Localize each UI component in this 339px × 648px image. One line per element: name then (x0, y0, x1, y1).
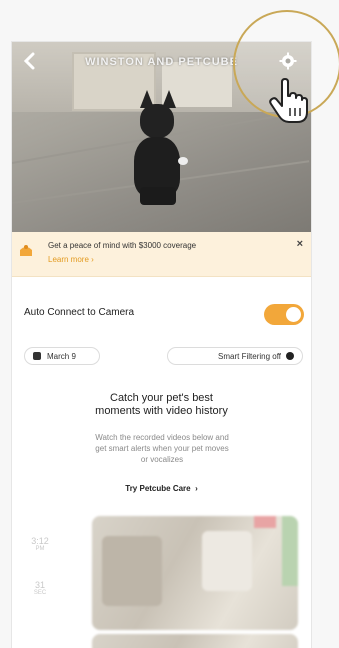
smart-filtering-button[interactable]: Smart Filtering off (167, 347, 303, 365)
promo-desc-line: get smart alerts when your pet moves (95, 444, 229, 453)
dot-icon (286, 352, 294, 360)
promo-description: Watch the recorded videos below and get … (52, 432, 272, 465)
thumb-blur-shape (282, 516, 298, 586)
date-selector[interactable]: March 9 (24, 347, 100, 365)
smart-filtering-label: Smart Filtering off (218, 351, 281, 361)
promo-desc-line: Watch the recorded videos below and (95, 433, 229, 442)
video-thumbnail[interactable] (92, 634, 298, 648)
coverage-banner[interactable]: Get a peace of mind with $3000 coverage … (12, 232, 311, 277)
promo-title-line: moments with video history (95, 405, 228, 417)
dog-head (140, 104, 174, 138)
video-time-ampm: PM (35, 546, 45, 552)
chevron-left-icon (23, 52, 35, 70)
toggle-knob (286, 307, 301, 322)
video-thumbnail[interactable] (92, 516, 298, 630)
dog-collar-tag (178, 157, 188, 165)
calendar-icon (33, 352, 41, 360)
video-duration-value: 31 (34, 580, 45, 590)
back-button[interactable] (22, 52, 42, 72)
cta-label: Try Petcube Care (125, 484, 191, 493)
video-duration-unit: SEC (33, 590, 47, 596)
hand-pointer-icon (269, 78, 308, 123)
thumb-blur-shape (254, 516, 276, 528)
banner-learn-more-link[interactable]: Learn more › (48, 255, 94, 264)
banner-link-label: Learn more (48, 255, 89, 264)
dog-legs (140, 187, 176, 205)
auto-connect-label: Auto Connect to Camera (24, 307, 135, 318)
auto-connect-row: Auto Connect to Camera (24, 304, 304, 325)
thumb-blur-shape (202, 531, 252, 591)
thumb-blur-shape (102, 536, 162, 606)
auto-connect-toggle[interactable] (264, 304, 304, 325)
banner-text: Get a peace of mind with $3000 coverage (48, 241, 197, 250)
promo-title-line: Catch your pet's best (110, 392, 213, 404)
banner-close-button[interactable]: × (297, 238, 303, 250)
promo-desc-line: or vocalizes (140, 455, 184, 464)
video-time: 3:12 PM (26, 536, 54, 552)
camera-title: WINSTON AND PETCUBE (85, 56, 238, 68)
video-duration: 31 SEC (26, 580, 54, 596)
promo-title: Catch your pet's best moments with video… (12, 392, 311, 418)
app-screen: WINSTON AND PETCUBE Get a peace of mind … (12, 42, 311, 648)
try-petcube-care-link[interactable]: Try Petcube Care › (12, 484, 311, 493)
date-label: March 9 (47, 351, 76, 361)
chevron-right-icon: › (192, 484, 198, 493)
video-time-value: 3:12 (31, 536, 49, 546)
insurance-icon (20, 245, 32, 256)
